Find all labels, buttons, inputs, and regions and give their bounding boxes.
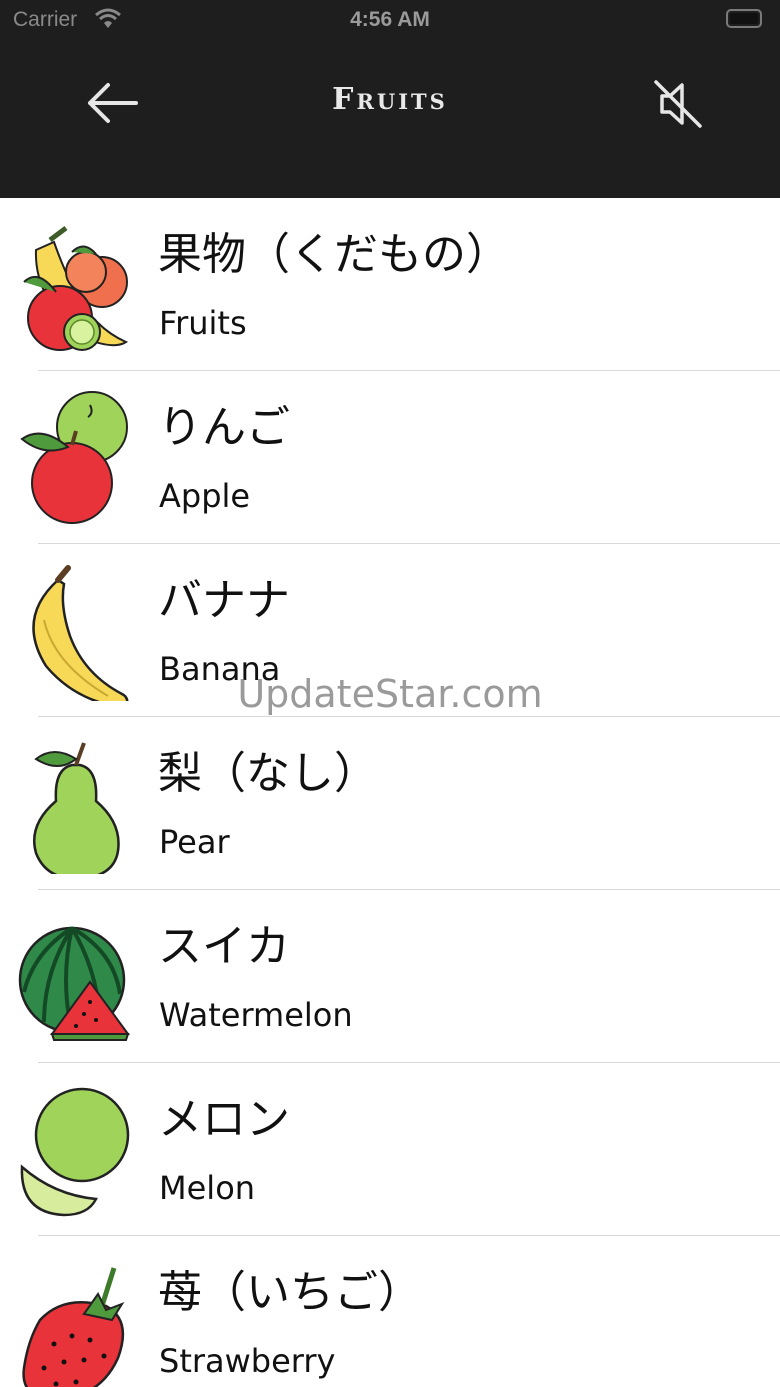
battery-icon xyxy=(726,9,762,28)
list-item[interactable]: メロン Melon xyxy=(0,1063,780,1236)
strawberry-icon xyxy=(22,1267,125,1387)
english-term: Watermelon xyxy=(159,996,353,1034)
apple-icon xyxy=(20,391,128,524)
list-item[interactable]: バナナ Banana xyxy=(0,544,780,717)
list-item[interactable]: 果物（くだもの） Fruits xyxy=(0,198,780,371)
speaker-muted-icon[interactable] xyxy=(650,76,708,132)
japanese-term: 果物（くだもの） xyxy=(158,229,510,280)
watermelon-icon xyxy=(18,926,130,1041)
english-term: Banana xyxy=(159,650,281,688)
list-item[interactable]: 梨（なし） Pear xyxy=(0,717,780,890)
japanese-term: バナナ xyxy=(158,575,290,626)
melon-icon xyxy=(20,1087,130,1217)
japanese-term: スイカ xyxy=(158,921,290,972)
english-term: Fruits xyxy=(159,304,247,342)
status-time: 4:56 AM xyxy=(350,8,430,31)
japanese-term: りんご xyxy=(158,402,290,453)
nav-header: Carrier 4:56 AM Fruits xyxy=(0,0,780,198)
status-bar: Carrier 4:56 AM xyxy=(0,0,780,40)
pear-icon xyxy=(33,742,120,874)
english-term: Pear xyxy=(159,823,230,861)
banana-icon xyxy=(32,565,129,701)
japanese-term: メロン xyxy=(158,1094,290,1145)
list-item[interactable]: スイカ Watermelon xyxy=(0,890,780,1063)
japanese-term: 梨（なし） xyxy=(158,748,378,799)
english-term: Apple xyxy=(159,477,251,515)
fruit-basket-icon xyxy=(23,226,129,351)
list-item[interactable]: 苺（いちご） Strawberry xyxy=(0,1236,780,1387)
japanese-term: 苺（いちご） xyxy=(158,1267,422,1318)
list-item[interactable]: りんご Apple xyxy=(0,371,780,544)
english-term: Melon xyxy=(159,1169,256,1207)
english-term: Strawberry xyxy=(159,1342,336,1380)
